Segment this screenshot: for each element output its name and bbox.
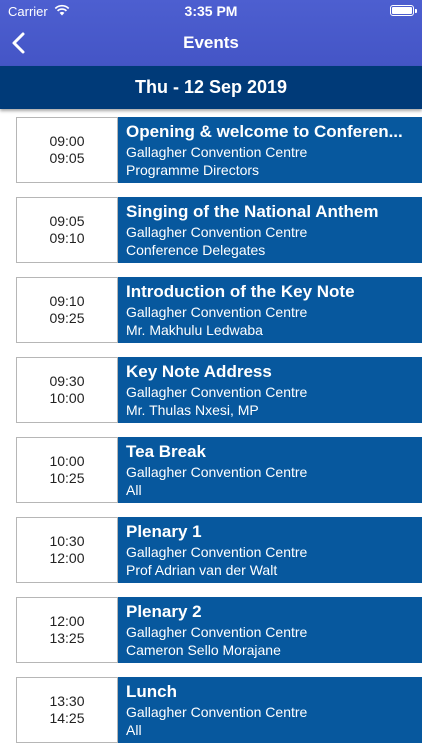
event-title: Plenary 1 (126, 522, 202, 541)
event-venue: Gallagher Convention Centre (126, 464, 308, 480)
event-end-time: 13:25 (49, 630, 85, 646)
event-start-time: 10:00 (49, 453, 85, 469)
event-time-box: 12:00 13:25 (16, 597, 118, 663)
event-venue: Gallagher Convention Centre (126, 384, 308, 400)
event-venue: Gallagher Convention Centre (126, 224, 308, 240)
date-header: Thu - 12 Sep 2019 (0, 66, 422, 109)
event-row[interactable]: 09:30 10:00 Key Note Address Gallagher Conv… (16, 357, 422, 423)
event-detail-panel: Singing of the National Anthem Gallagher … (118, 197, 422, 263)
event-start-time: 09:05 (49, 213, 85, 229)
event-time-box: 10:30 12:00 (16, 517, 118, 583)
event-presenter: Mr. Makhulu Ledwaba (126, 322, 263, 338)
event-time-box: 13:30 14:25 (16, 677, 118, 743)
event-presenter: Programme Directors (126, 162, 260, 178)
event-end-time: 09:10 (49, 230, 85, 246)
event-row[interactable]: 10:30 12:00 Plenary 1 Gallagher Convention … (16, 517, 422, 583)
event-start-time: 09:30 (49, 373, 85, 389)
event-title: Introduction of the Key Note (126, 282, 355, 301)
event-presenter: Prof Adrian van der Walt (126, 562, 278, 578)
event-detail-panel: Lunch Gallagher Convention Centre All (118, 677, 422, 743)
event-end-time: 09:25 (49, 310, 85, 326)
event-start-time: 12:00 (49, 613, 85, 629)
event-detail-panel: Introduction of the Key Note Gallagher Co… (118, 277, 422, 343)
navigation-header: Carrier 3:35 PM Events (0, 0, 422, 66)
event-presenter: All (126, 722, 142, 738)
event-row[interactable]: 13:30 14:25 Lunch Gallagher Convention Cent… (16, 677, 422, 743)
event-row[interactable]: 09:00 09:05 Opening & welcome to Conferen.… (16, 117, 422, 183)
event-start-time: 09:10 (49, 293, 85, 309)
event-row[interactable]: 09:05 09:10 Singing of the National Anthem… (16, 197, 422, 263)
event-time-box: 09:00 09:05 (16, 117, 118, 183)
event-presenter: All (126, 482, 142, 498)
event-title: Plenary 2 (126, 602, 202, 621)
event-end-time: 10:25 (49, 470, 85, 486)
battery-icon (390, 5, 417, 16)
event-time-box: 10:00 10:25 (16, 437, 118, 503)
event-time-box: 09:30 10:00 (16, 357, 118, 423)
event-title: Singing of the National Anthem (126, 202, 379, 221)
clock: 3:35 PM (184, 3, 238, 19)
event-time-box: 09:05 09:10 (16, 197, 118, 263)
event-venue: Gallagher Convention Centre (126, 144, 308, 160)
event-venue: Gallagher Convention Centre (126, 544, 308, 560)
event-end-time: 09:05 (49, 150, 85, 166)
event-presenter: Cameron Sello Morajane (126, 642, 281, 658)
event-end-time: 12:00 (49, 550, 85, 566)
event-venue: Gallagher Convention Centre (126, 304, 308, 320)
status-bar: Carrier 3:35 PM (0, 0, 422, 22)
event-presenter: Mr. Thulas Nxesi, MP (126, 402, 259, 418)
event-start-time: 13:30 (49, 693, 85, 709)
event-venue: Gallagher Convention Centre (126, 704, 308, 720)
event-presenter: Conference Delegates (126, 242, 266, 258)
event-row[interactable]: 10:00 10:25 Tea Break Gallagher Convention … (16, 437, 422, 503)
event-detail-panel: Opening & welcome to Conferen... Gallaghe… (118, 117, 422, 183)
event-time-box: 09:10 09:25 (16, 277, 118, 343)
event-row[interactable]: 12:00 13:25 Plenary 2 Gallagher Convention … (16, 597, 422, 663)
event-title: Tea Break (126, 442, 207, 461)
event-row[interactable]: 09:10 09:25 Introduction of the Key Note Ga… (16, 277, 422, 343)
event-end-time: 14:25 (49, 710, 85, 726)
event-title: Lunch (126, 682, 177, 701)
event-detail-panel: Tea Break Gallagher Convention Centre All (118, 437, 422, 503)
event-detail-panel: Plenary 1 Gallagher Convention Centre Prof… (118, 517, 422, 583)
event-end-time: 10:00 (49, 390, 85, 406)
event-start-time: 10:30 (49, 533, 85, 549)
event-title: Key Note Address (126, 362, 272, 381)
event-detail-panel: Key Note Address Gallagher Convention Cen… (118, 357, 422, 423)
page-title: Events (183, 33, 239, 52)
event-detail-panel: Plenary 2 Gallagher Convention Centre Came… (118, 597, 422, 663)
event-venue: Gallagher Convention Centre (126, 624, 308, 640)
event-start-time: 09:00 (49, 133, 85, 149)
event-title: Opening & welcome to Conferen... (126, 122, 403, 141)
